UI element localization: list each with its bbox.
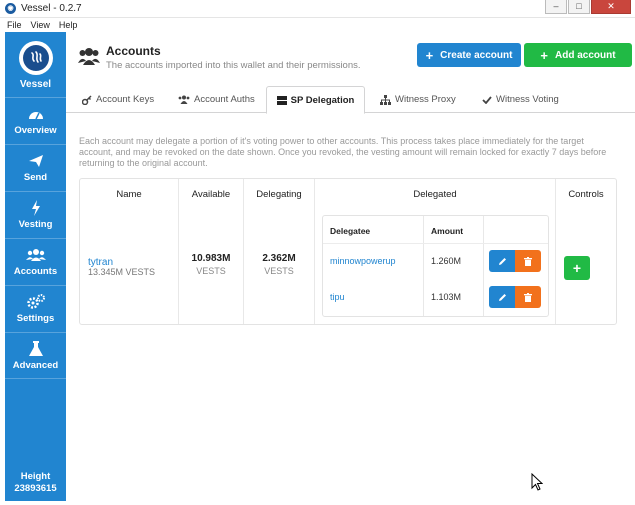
tab-label: Account Auths <box>194 94 255 105</box>
sidebar-item-label: Accounts <box>13 266 58 277</box>
sidebar-item-accounts[interactable]: Accounts <box>5 238 66 285</box>
plus-icon: + <box>540 47 549 63</box>
tab-witness-proxy[interactable]: Witness Proxy <box>380 86 456 113</box>
available-unit: VESTS <box>196 266 226 276</box>
vessel-logo-icon: ◉ <box>5 3 16 14</box>
add-account-label: Add account <box>555 49 616 61</box>
tab-bar: Account Keys Account Auths SP Delegation… <box>66 86 635 114</box>
sidebar-item-overview[interactable]: Overview <box>5 97 66 144</box>
sitemap-icon <box>380 94 391 105</box>
gears-icon <box>26 294 45 310</box>
plus-icon: + <box>572 260 582 276</box>
users-icon <box>178 95 190 104</box>
tab-witness-voting[interactable]: Witness Voting <box>482 86 559 113</box>
maximize-button[interactable]: □ <box>568 0 590 14</box>
delegation-description: Each account may delegate a portion of i… <box>79 136 607 168</box>
sidebar: Vessel Overview Send Vesting Accounts Se… <box>5 32 66 501</box>
tab-label: SP Delegation <box>290 94 355 106</box>
sidebar-item-label: Send <box>23 172 48 183</box>
delegation-amount: 1.103M <box>431 292 462 302</box>
tab-label: Account Keys <box>96 94 155 105</box>
tab-account-auths[interactable]: Account Auths <box>178 86 255 113</box>
tab-sp-delegation[interactable]: SP Delegation <box>266 86 365 114</box>
pencil-icon <box>498 293 506 301</box>
sidebar-item-label: Settings <box>16 313 55 324</box>
steem-logo-icon <box>18 41 53 75</box>
trash-icon <box>524 256 532 266</box>
header-delegatee: Delegatee <box>330 226 371 236</box>
delegating-unit: VESTS <box>264 266 294 276</box>
sidebar-item-settings[interactable]: Settings <box>5 285 66 332</box>
window-title: Vessel - 0.2.7 <box>21 3 82 14</box>
delegated-subtable: Delegatee Amount minnowpowerup 1.260M ti… <box>322 215 549 317</box>
checkmark-icon <box>482 95 492 104</box>
key-icon <box>82 94 92 105</box>
delegatee-link[interactable]: minnowpowerup <box>330 256 396 266</box>
account-vests: 13.345M VESTS <box>88 267 156 277</box>
delegation-amount: 1.260M <box>431 256 462 266</box>
sidebar-item-label: Overview <box>14 125 57 136</box>
menu-file[interactable]: File <box>7 20 22 30</box>
delegation-table: Name Available Delegating Delegated Cont… <box>79 178 617 325</box>
delete-delegation-button[interactable] <box>515 286 541 308</box>
flask-icon <box>28 340 43 357</box>
tab-label: Witness Proxy <box>395 94 456 105</box>
minimize-button[interactable]: – <box>545 0 567 14</box>
edit-delegation-button[interactable] <box>489 286 515 308</box>
trash-icon <box>524 292 532 302</box>
sidebar-item-label: Advanced <box>12 359 59 371</box>
delegatee-link[interactable]: tipu <box>330 292 345 302</box>
header-name: Name <box>116 189 142 200</box>
edit-delegation-button[interactable] <box>489 250 515 272</box>
sidebar-item-vesting[interactable]: Vesting <box>5 191 66 238</box>
sidebar-brand: Vessel <box>19 79 52 90</box>
add-account-button[interactable]: + Add account <box>524 43 632 67</box>
tab-label: Witness Voting <box>496 94 559 105</box>
header-delegated: Delegated <box>413 189 457 200</box>
sidebar-item-advanced[interactable]: Advanced <box>5 332 66 379</box>
server-icon <box>276 95 287 105</box>
sidebar-item-label: Vesting <box>18 219 53 230</box>
mouse-cursor-icon <box>531 472 544 494</box>
users-icon <box>25 247 46 263</box>
dashboard-icon <box>27 106 45 122</box>
create-account-label: Create account <box>440 49 513 61</box>
block-height-value: 23893615 <box>14 483 57 494</box>
pencil-icon <box>498 257 506 265</box>
header-amount: Amount <box>431 226 464 236</box>
main-content: Accounts The accounts imported into this… <box>66 32 635 505</box>
menu-view[interactable]: View <box>31 20 50 30</box>
menu-help[interactable]: Help <box>59 20 78 30</box>
tab-account-keys[interactable]: Account Keys <box>82 86 154 113</box>
block-height: Height 23893615 <box>5 471 66 495</box>
close-button[interactable]: ✕ <box>591 0 631 14</box>
header-controls: Controls <box>568 189 604 200</box>
window-controls: – □ ✕ <box>544 0 631 14</box>
header-available: Available <box>191 189 231 200</box>
block-height-label: Height <box>20 471 51 482</box>
sidebar-item-send[interactable]: Send <box>5 144 66 191</box>
page-title: Accounts <box>106 44 161 58</box>
lightning-icon <box>31 200 41 216</box>
page-header: Accounts The accounts imported into this… <box>78 44 361 71</box>
paper-plane-icon <box>28 153 44 169</box>
available-value: 10.983M <box>191 253 231 264</box>
page-subtitle: The accounts imported into this wallet a… <box>106 60 361 71</box>
menu-bar: File View Help <box>0 18 635 32</box>
create-account-button[interactable]: + Create account <box>417 43 521 67</box>
plus-icon: + <box>425 47 434 63</box>
header-delegating: Delegating <box>256 189 302 200</box>
delegating-value: 2.362M <box>262 253 296 264</box>
delete-delegation-button[interactable] <box>515 250 541 272</box>
users-icon <box>78 46 100 68</box>
title-bar: ◉ Vessel - 0.2.7 – □ ✕ <box>0 0 635 18</box>
add-delegation-button[interactable]: + <box>564 256 590 280</box>
